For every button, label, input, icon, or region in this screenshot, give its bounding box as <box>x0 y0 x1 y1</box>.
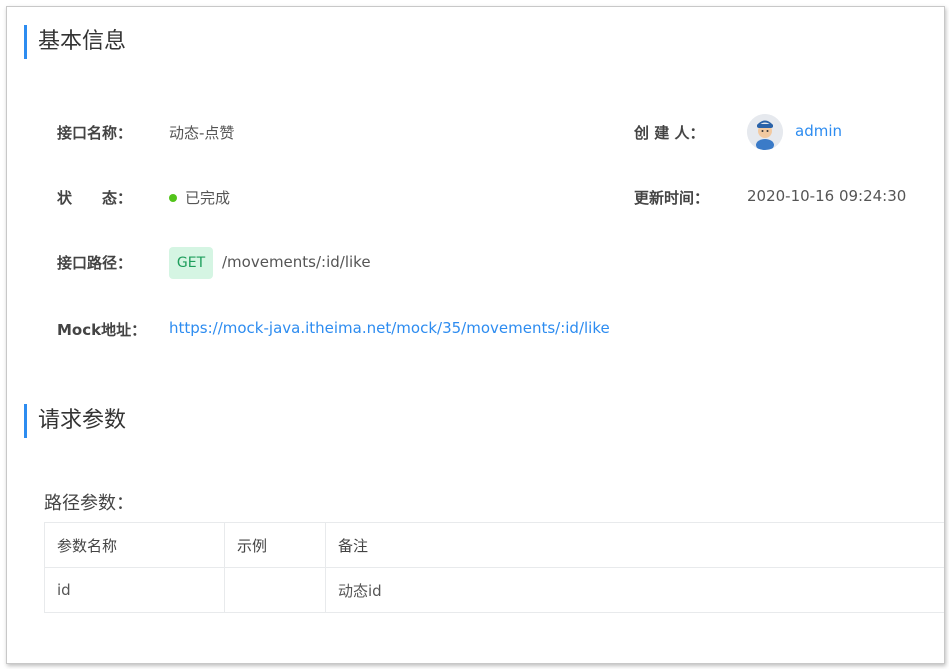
mock-url-link[interactable]: https://mock-java.itheima.net/mock/35/mo… <box>169 319 610 337</box>
cell-param-name: id <box>44 567 225 613</box>
table-header-row: 参数名称 示例 备注 <box>44 522 944 568</box>
status-value: 已完成 <box>169 187 230 208</box>
cell-remark: 动态id <box>325 567 944 613</box>
mock-label: Mock地址： <box>57 321 147 339</box>
path-params-subtitle: 路径参数： <box>44 493 134 514</box>
section-title-basic: 基本信息 <box>24 25 126 59</box>
user-avatar-icon <box>747 114 783 150</box>
table-row: id 动态id <box>44 567 944 613</box>
status-text: 已完成 <box>185 189 231 207</box>
api-path-label: 接口路径： <box>57 254 133 272</box>
api-name-label: 接口名称： <box>57 124 133 142</box>
header-example: 示例 <box>224 522 326 568</box>
path-params-table: 参数名称 示例 备注 id 动态id <box>44 522 944 613</box>
api-name-value: 动态-点赞 <box>169 124 235 142</box>
updated-label: 更新时间： <box>634 189 710 207</box>
updated-value: 2020-10-16 09:24:30 <box>747 187 907 205</box>
header-remark: 备注 <box>325 522 944 568</box>
status-label: 状 态： <box>57 189 133 207</box>
status-dot-icon <box>169 193 177 202</box>
creator-link[interactable]: admin <box>795 122 842 140</box>
section-title-request: 请求参数 <box>24 404 126 438</box>
cell-example <box>224 567 326 613</box>
header-param-name: 参数名称 <box>44 522 225 568</box>
creator-label: 创 建 人： <box>634 124 705 142</box>
http-method-tag: GET <box>169 247 213 279</box>
api-detail-panel: 基本信息 接口名称： 动态-点赞 创 建 人： admin 状 态： 已完成 更… <box>6 6 945 664</box>
api-path-value: /movements/:id/like <box>222 253 371 271</box>
avatar[interactable] <box>747 114 783 150</box>
